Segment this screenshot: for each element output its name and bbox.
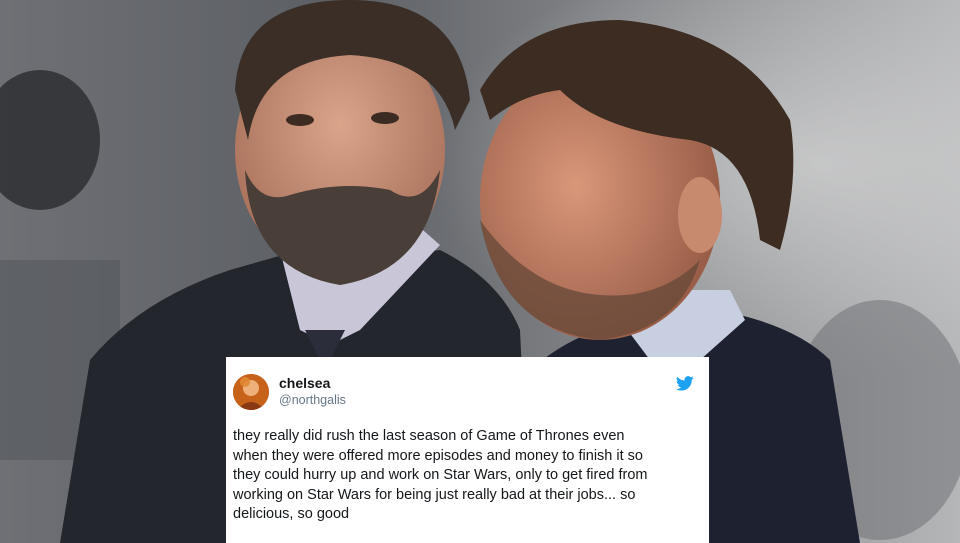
avatar-image <box>233 374 269 410</box>
tweet-card: chelsea @northgalis they really did rush… <box>226 357 709 543</box>
display-name[interactable]: chelsea <box>279 375 330 391</box>
twitter-bird-icon[interactable] <box>676 376 694 391</box>
tweet-text: they really did rush the last season of … <box>233 428 648 522</box>
profile-avatar[interactable] <box>233 374 269 410</box>
user-handle[interactable]: @northgalis <box>279 393 346 408</box>
